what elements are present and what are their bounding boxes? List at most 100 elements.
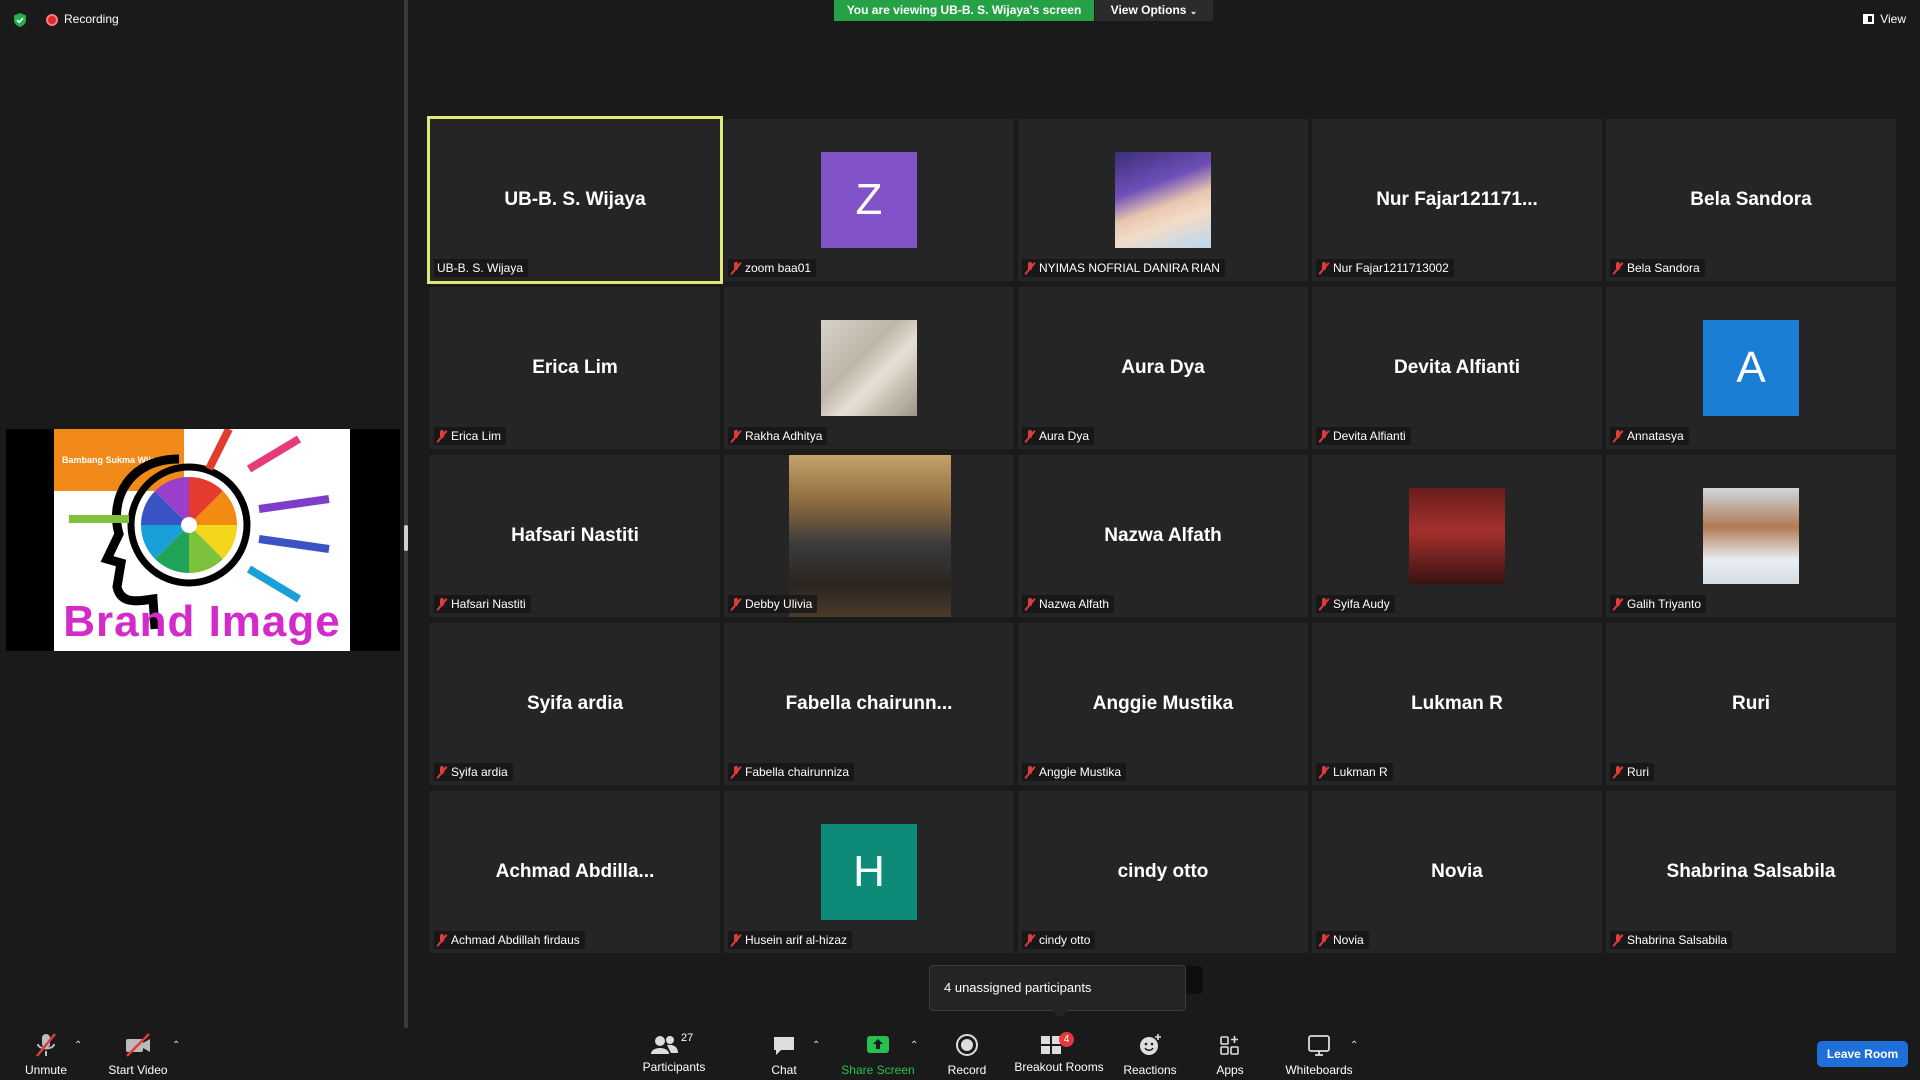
participant-tile[interactable]: Achmad Abdilla... Achmad Abdillah firdaus (430, 791, 720, 953)
participant-display-name: Hafsari Nastiti (511, 525, 639, 546)
video-options-caret-icon[interactable]: ⌃ (172, 1040, 180, 1051)
participant-name-label: cindy otto (1022, 931, 1096, 949)
participant-tile[interactable]: Erica Lim Erica Lim (430, 287, 720, 449)
participant-name-label: UB-B. S. Wijaya (434, 259, 529, 277)
viewing-screen-banner: You are viewing UB-B. S. Wijaya's screen (834, 0, 1094, 21)
view-layout-label: View (1880, 12, 1906, 26)
mic-muted-icon (1319, 933, 1329, 947)
reactions-label: Reactions (1123, 1063, 1177, 1077)
participant-tile[interactable]: H Husein arif al-hizaz (724, 791, 1014, 953)
unmute-button[interactable]: Unmute (18, 1032, 74, 1078)
participant-name-text: Devita Alfianti (1333, 429, 1406, 443)
participant-display-name: Shabrina Salsabila (1666, 861, 1836, 882)
participant-tile[interactable]: NYIMAS NOFRIAL DANIRA RIAN (1018, 119, 1308, 281)
participant-name-text: Novia (1333, 933, 1364, 947)
participant-tile[interactable]: cindy otto cindy otto (1018, 791, 1308, 953)
mic-muted-icon (1613, 933, 1623, 947)
participant-name-text: Annatasya (1627, 429, 1684, 443)
record-button[interactable]: Record (942, 1032, 992, 1078)
mic-muted-icon (1613, 429, 1623, 443)
participant-tile[interactable]: Galih Triyanto (1606, 455, 1896, 617)
participant-tile[interactable]: Lukman R Lukman R (1312, 623, 1602, 785)
participant-tile[interactable]: Bela Sandora Bela Sandora (1606, 119, 1896, 281)
mic-muted-icon (1025, 261, 1035, 275)
participant-tile[interactable]: A Annatasya (1606, 287, 1896, 449)
participant-name-text: Nur Fajar1211713002 (1333, 261, 1449, 275)
participant-display-name: Nur Fajar121171... (1376, 189, 1538, 210)
chevron-down-icon: ⌄ (1189, 6, 1198, 16)
participant-tile[interactable]: Nazwa Alfath Nazwa Alfath (1018, 455, 1308, 617)
participant-tile[interactable]: Shabrina Salsabila Shabrina Salsabila (1606, 791, 1896, 953)
participant-name-text: Hafsari Nastiti (451, 597, 526, 611)
mic-muted-icon (437, 429, 447, 443)
apps-button[interactable]: Apps (1212, 1032, 1248, 1078)
audio-options-caret-icon[interactable]: ⌃ (74, 1040, 82, 1051)
participant-name-label: zoom baa01 (728, 259, 817, 277)
mic-muted-icon (731, 597, 741, 611)
avatar-initial: A (1703, 320, 1799, 416)
participant-tile[interactable]: Nur Fajar121171... Nur Fajar1211713002 (1312, 119, 1602, 281)
participant-tile[interactable]: Anggie Mustika Anggie Mustika (1018, 623, 1308, 785)
avatar-initial: Z (821, 152, 917, 248)
share-screen-button[interactable]: Share Screen (838, 1032, 918, 1078)
participant-display-name: Fabella chairunn... (785, 693, 953, 714)
participant-name-label: Achmad Abdillah firdaus (434, 931, 585, 949)
start-video-button[interactable]: Start Video (104, 1032, 172, 1078)
chat-button[interactable]: Chat (762, 1032, 806, 1078)
participant-display-name: Ruri (1732, 693, 1770, 714)
participant-tile[interactable]: Debby Ulivia (724, 455, 1014, 617)
share-options-caret-icon[interactable]: ⌃ (910, 1040, 918, 1051)
participant-name-label: Erica Lim (434, 427, 507, 445)
participant-tile[interactable]: UB-B. S. Wijaya UB-B. S. Wijaya (427, 116, 723, 284)
view-layout-button[interactable]: View (1863, 12, 1906, 26)
participant-tile[interactable]: Zzoom baa01 (724, 119, 1014, 281)
participant-name-text: Fabella chairunniza (745, 765, 850, 779)
recording-label[interactable]: Recording (64, 12, 119, 26)
reactions-button[interactable]: Reactions (1122, 1032, 1178, 1078)
whiteboards-button[interactable]: Whiteboards (1282, 1032, 1356, 1078)
shared-content-thumbnail[interactable]: Bambang Sukma Wijaya Brand Image (6, 429, 400, 651)
mic-muted-icon (1319, 261, 1329, 275)
participant-name-label: Syifa ardia (434, 763, 513, 781)
participant-name-text: Ruri (1627, 765, 1650, 779)
participant-name-label: Aura Dya (1022, 427, 1095, 445)
participant-tile[interactable]: Syifa Audy (1312, 455, 1602, 617)
record-label: Record (947, 1063, 987, 1077)
shared-screen-panel: Recording Bambang Sukma Wijaya Brand Ima… (0, 0, 404, 1028)
participant-display-name: UB-B. S. Wijaya (504, 189, 646, 210)
view-options-label: View Options (1110, 3, 1187, 17)
breakout-rooms-button[interactable]: 4 Breakout Rooms (1012, 1032, 1106, 1078)
participant-display-name: Devita Alfianti (1394, 357, 1520, 378)
participant-tile[interactable]: Devita Alfianti Devita Alfianti (1312, 287, 1602, 449)
unassigned-participants-tooltip[interactable]: 4 unassigned participants (929, 965, 1186, 1011)
participant-display-name: cindy otto (1117, 861, 1209, 882)
participant-display-name: Bela Sandora (1690, 189, 1812, 210)
participant-name-label: Syifa Audy (1316, 595, 1395, 613)
participant-tile[interactable]: Hafsari Nastiti Hafsari Nastiti (430, 455, 720, 617)
whiteboard-icon (1308, 1035, 1330, 1056)
meeting-toolbar: Unmute ⌃ Start Video ⌃ 27 Participants C… (0, 1028, 1920, 1080)
participant-tile[interactable]: Novia Novia (1312, 791, 1602, 953)
participant-photo (1115, 152, 1211, 248)
participant-name-text: Husein arif al-hizaz (745, 933, 848, 947)
breakout-icon-wrap: 4 (1039, 1032, 1079, 1058)
security-shield-icon[interactable] (12, 12, 28, 28)
panel-divider[interactable] (404, 0, 408, 1028)
participant-tile[interactable]: Syifa ardia Syifa ardia (430, 623, 720, 785)
view-options-button[interactable]: View Options ⌄ (1095, 0, 1213, 21)
brand-image-slide: Bambang Sukma Wijaya Brand Image (54, 429, 350, 651)
participants-button[interactable]: 27 Participants (640, 1032, 708, 1078)
participant-display-name: Anggie Mustika (1092, 693, 1234, 714)
participant-name-text: cindy otto (1039, 933, 1091, 947)
chat-label: Chat (771, 1063, 797, 1077)
participant-photo (1409, 488, 1505, 584)
participant-tile[interactable]: Aura Dya Aura Dya (1018, 287, 1308, 449)
chat-options-caret-icon[interactable]: ⌃ (812, 1040, 820, 1051)
participant-tile[interactable]: Rakha Adhitya (724, 287, 1014, 449)
participant-tile[interactable]: Ruri Ruri (1606, 623, 1896, 785)
leave-room-button[interactable]: Leave Room (1817, 1041, 1908, 1067)
participant-tile[interactable]: Fabella chairunn... Fabella chairunniza (724, 623, 1014, 785)
whiteboard-options-caret-icon[interactable]: ⌃ (1350, 1040, 1358, 1051)
share-screen-icon (867, 1036, 889, 1053)
panel-resize-handle[interactable] (404, 525, 408, 551)
